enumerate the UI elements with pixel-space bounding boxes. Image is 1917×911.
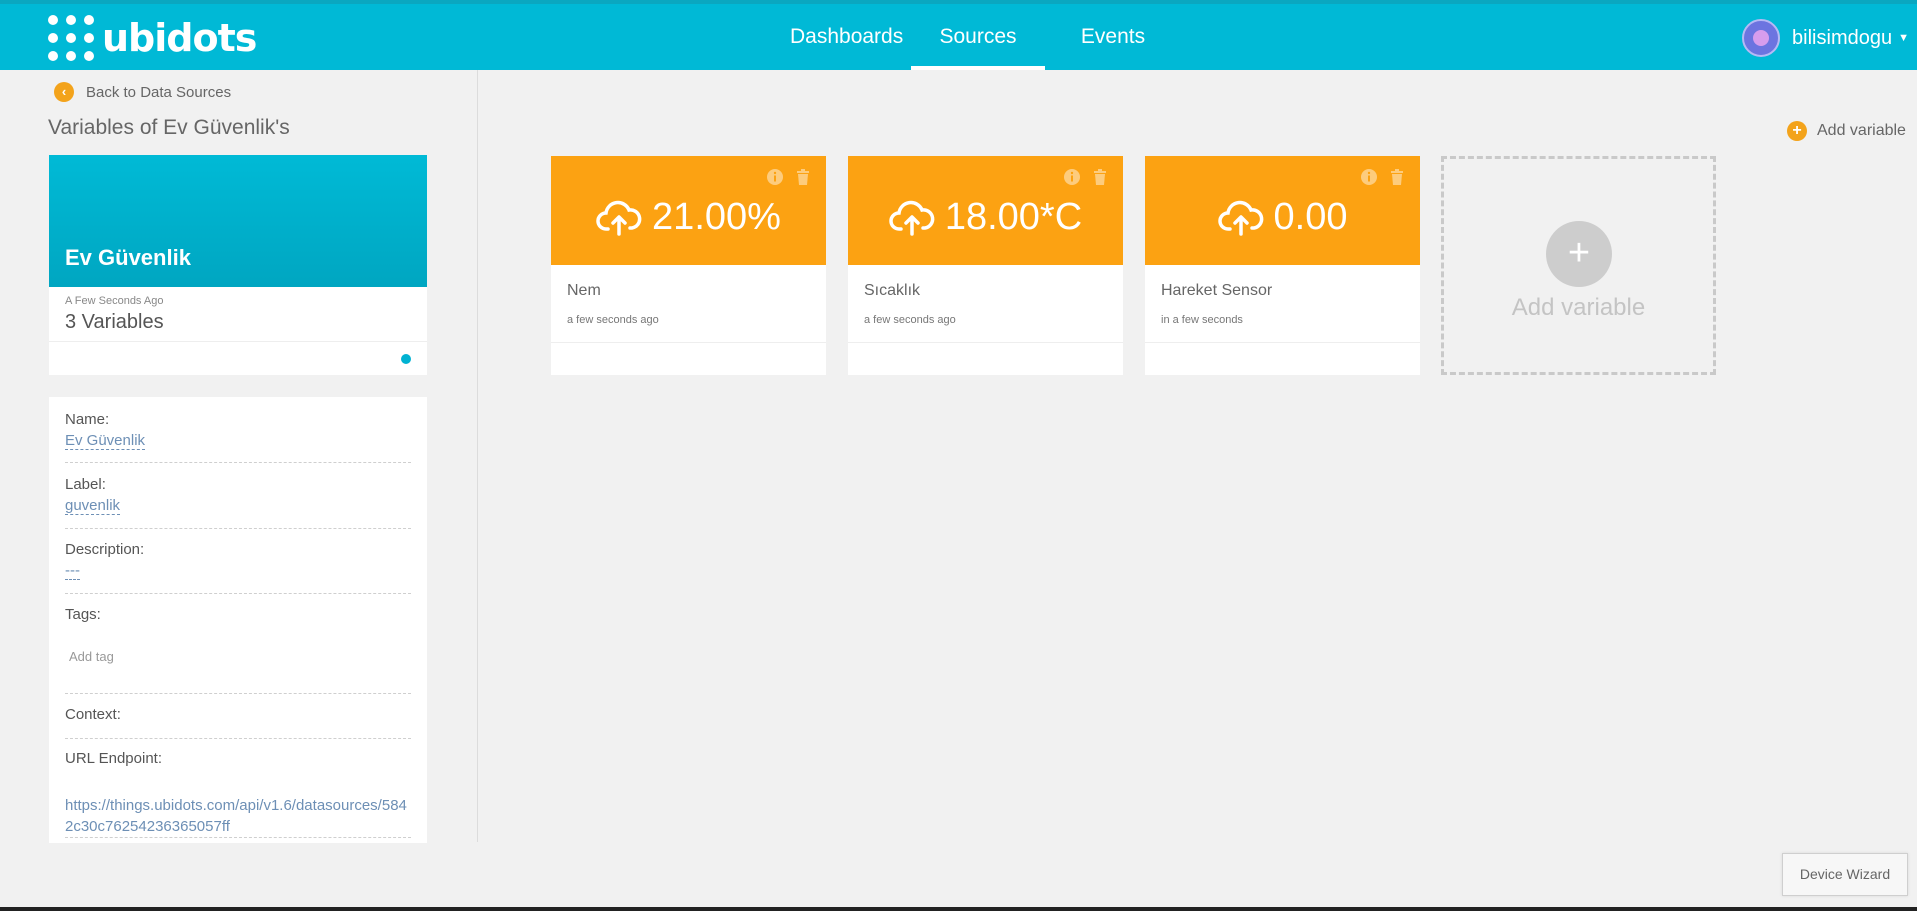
- add-variable-label: Add variable: [1817, 122, 1906, 139]
- device-name: Ev Güvenlik: [65, 245, 191, 270]
- nav-dashboards[interactable]: Dashboards: [790, 4, 903, 70]
- prop-context-label: Context:: [65, 706, 121, 723]
- variable-card[interactable]: 18.00*C Sıcaklık a few seconds ago: [848, 156, 1123, 375]
- add-variable-card[interactable]: + Add variable: [1441, 156, 1716, 375]
- url-endpoint-link[interactable]: https://things.ubidots.com/api/v1.6/data…: [65, 795, 411, 837]
- divider: [1145, 342, 1420, 343]
- divider: [49, 341, 427, 342]
- variable-name: Nem: [567, 282, 601, 299]
- variable-tools: [766, 168, 812, 186]
- nav-events[interactable]: Events: [1080, 4, 1146, 70]
- variable-value-row: 0.00: [1145, 196, 1420, 239]
- navbar: ubidots Dashboards Sources Events bilisi…: [0, 4, 1917, 70]
- variable-timestamp: a few seconds ago: [567, 314, 659, 326]
- device-wizard-button[interactable]: Device Wizard: [1782, 853, 1908, 896]
- prop-name-label: Name:: [65, 411, 110, 428]
- info-icon[interactable]: [1063, 168, 1081, 186]
- page-title: Variables of Ev Güvenlik's: [48, 116, 290, 139]
- user-name: bilisimdogu: [1792, 26, 1893, 49]
- variable-card[interactable]: 0.00 Hareket Sensor in a few seconds: [1145, 156, 1420, 375]
- prop-description-value[interactable]: ---: [65, 562, 80, 580]
- add-variable-card-label: Add variable: [1511, 294, 1646, 321]
- prop-url-endpoint: URL Endpoint: https://things.ubidots.com…: [65, 750, 411, 838]
- sidebar: ‹ Back to Data Sources Variables of Ev G…: [0, 70, 478, 843]
- prop-context: Context:: [65, 706, 411, 739]
- add-tag-input[interactable]: Add tag: [69, 649, 411, 664]
- variable-tools: [1063, 168, 1109, 186]
- trash-icon[interactable]: [794, 168, 812, 186]
- variable-value-row: 18.00*C: [848, 196, 1123, 239]
- plus-icon: +: [1546, 221, 1612, 287]
- variable-timestamp: in a few seconds: [1161, 314, 1243, 326]
- status-dot: [401, 354, 411, 364]
- variable-card[interactable]: 21.00% Nem a few seconds ago: [551, 156, 826, 375]
- bottom-border: [0, 907, 1917, 911]
- variable-value: 0.00: [1273, 196, 1348, 238]
- cloud-upload-icon: [889, 200, 935, 236]
- plus-icon: +: [1787, 121, 1807, 141]
- variable-card-header: 18.00*C: [848, 156, 1123, 265]
- prop-label-value[interactable]: guvenlik: [65, 497, 121, 515]
- variable-value: 21.00%: [652, 196, 781, 238]
- cloud-upload-icon: [1217, 200, 1263, 236]
- prop-url-label: URL Endpoint:: [65, 750, 163, 767]
- info-icon[interactable]: [766, 168, 784, 186]
- device-properties-panel: Name: Ev Güvenlik Label: guvenlik Descri…: [49, 397, 427, 843]
- nav-sources[interactable]: Sources: [911, 4, 1045, 70]
- device-variable-count: 3 Variables: [65, 311, 164, 333]
- prop-tags-label: Tags:: [65, 606, 101, 623]
- prop-name-value[interactable]: Ev Güvenlik: [65, 432, 146, 450]
- prop-label-label: Label:: [65, 476, 106, 493]
- logo-text: ubidots: [102, 16, 257, 60]
- variable-card-header: 21.00%: [551, 156, 826, 265]
- info-icon[interactable]: [1360, 168, 1378, 186]
- trash-icon[interactable]: [1388, 168, 1406, 186]
- arrow-left-icon: ‹: [54, 82, 74, 102]
- logo[interactable]: ubidots: [48, 14, 257, 62]
- caret-down-icon: ▼: [1898, 32, 1909, 44]
- variable-tools: [1360, 168, 1406, 186]
- variable-name: Sıcaklık: [864, 282, 921, 299]
- prop-label: Label: guvenlik: [65, 476, 411, 529]
- prop-name: Name: Ev Güvenlik: [65, 411, 411, 463]
- prop-tags: Tags: Add tag: [65, 606, 411, 694]
- prop-description-label: Description:: [65, 541, 145, 558]
- trash-icon[interactable]: [1091, 168, 1109, 186]
- variable-card-header: 0.00: [1145, 156, 1420, 265]
- avatar: [1742, 19, 1781, 57]
- back-to-data-sources-link[interactable]: ‹ Back to Data Sources: [54, 82, 231, 102]
- device-header: Ev Güvenlik: [49, 155, 427, 287]
- divider: [848, 342, 1123, 343]
- divider: [551, 342, 826, 343]
- add-variable-button[interactable]: + Add variable: [1787, 121, 1906, 141]
- back-label: Back to Data Sources: [86, 83, 232, 101]
- logo-icon: [48, 15, 94, 61]
- prop-description: Description: ---: [65, 541, 411, 594]
- variable-value: 18.00*C: [944, 196, 1083, 238]
- variable-value-row: 21.00%: [551, 196, 826, 239]
- variable-timestamp: a few seconds ago: [864, 314, 956, 326]
- cloud-upload-icon: [596, 200, 642, 236]
- device-timestamp: A Few Seconds Ago: [65, 295, 164, 307]
- device-card: Ev Güvenlik A Few Seconds Ago 3 Variable…: [49, 155, 427, 375]
- variable-name: Hareket Sensor: [1161, 282, 1273, 299]
- user-menu[interactable]: bilisimdogu ▼: [1742, 19, 1909, 57]
